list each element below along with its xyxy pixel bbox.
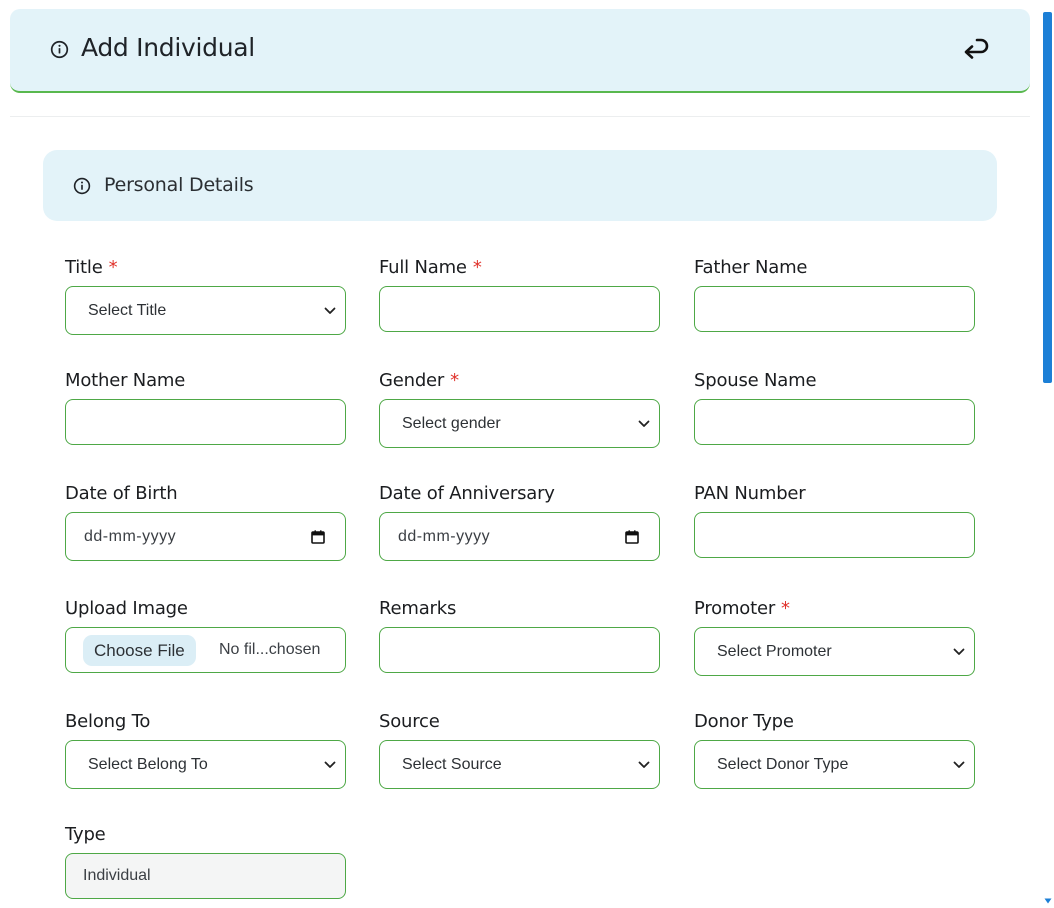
choose-file-button[interactable]: Choose File: [83, 635, 196, 666]
chevron-down-icon: [324, 307, 336, 314]
father-name-label: Father Name: [694, 257, 808, 278]
info-circle-icon: [73, 177, 91, 195]
remarks-label: Remarks: [379, 598, 457, 619]
info-circle-icon: [50, 40, 69, 59]
date-of-birth-placeholder: dd-mm-yyyy: [84, 527, 177, 545]
gender-field: Gender * Select gender: [379, 369, 661, 448]
upload-image-label: Upload Image: [65, 598, 188, 619]
father-name-field: Father Name: [694, 256, 976, 332]
file-status-text: No fil...chosen: [219, 641, 321, 658]
personal-details-section-header: Personal Details: [43, 150, 997, 221]
required-mark: *: [781, 598, 790, 619]
required-mark: *: [450, 370, 459, 391]
gender-label: Gender *: [379, 369, 661, 393]
gender-select[interactable]: Select gender: [379, 399, 660, 448]
date-of-anniversary-placeholder: dd-mm-yyyy: [398, 527, 491, 545]
mother-name-field: Mother Name: [65, 369, 347, 445]
source-select-value: Select Source: [402, 755, 502, 773]
full-name-field: Full Name *: [379, 256, 661, 332]
calendar-icon[interactable]: [311, 529, 325, 544]
source-field: Source Select Source: [379, 710, 661, 789]
promoter-select[interactable]: Select Promoter: [694, 627, 975, 676]
page-header: Add Individual: [10, 9, 1030, 93]
spouse-name-input[interactable]: [694, 399, 975, 445]
type-input[interactable]: Individual: [65, 853, 346, 899]
chevron-down-icon: [953, 648, 965, 655]
gender-label-text: Gender: [379, 370, 445, 391]
remarks-field: Remarks: [379, 597, 661, 673]
father-name-input[interactable]: [694, 286, 975, 332]
spouse-name-label: Spouse Name: [694, 370, 817, 391]
title-label: Title *: [65, 256, 347, 280]
belong-to-select-value: Select Belong To: [88, 755, 208, 773]
promoter-select-value: Select Promoter: [717, 642, 832, 660]
required-mark: *: [472, 257, 482, 278]
date-of-birth-input[interactable]: dd-mm-yyyy: [65, 512, 346, 561]
promoter-label: Promoter *: [694, 597, 976, 621]
header-divider: [10, 116, 1030, 117]
chevron-down-icon: [638, 420, 650, 427]
date-of-birth-field: Date of Birth dd-mm-yyyy: [65, 482, 347, 561]
remarks-input[interactable]: [379, 627, 660, 673]
add-individual-page: Add Individual Personal Details Title * S…: [0, 0, 1054, 908]
full-name-input[interactable]: [379, 286, 660, 332]
donor-type-select[interactable]: Select Donor Type: [694, 740, 975, 789]
date-of-birth-label: Date of Birth: [65, 483, 178, 504]
upload-image-field: Upload Image Choose File No fil...chosen: [65, 597, 347, 673]
promoter-field: Promoter * Select Promoter: [694, 597, 976, 676]
mother-name-input[interactable]: [65, 399, 346, 445]
return-arrow-icon[interactable]: [961, 37, 991, 63]
donor-type-field: Donor Type Select Donor Type: [694, 710, 976, 789]
required-mark: *: [108, 257, 118, 278]
source-select[interactable]: Select Source: [379, 740, 660, 789]
upload-image-input[interactable]: Choose File No fil...chosen: [65, 627, 346, 673]
pan-number-input[interactable]: [694, 512, 975, 558]
pan-number-field: PAN Number: [694, 482, 976, 558]
page-title: Add Individual: [81, 33, 255, 62]
title-label-text: Title: [65, 257, 103, 278]
source-label: Source: [379, 711, 440, 732]
title-select[interactable]: Select Title: [65, 286, 346, 335]
donor-type-label: Donor Type: [694, 711, 794, 732]
title-select-value: Select Title: [88, 301, 167, 319]
pan-number-label: PAN Number: [694, 483, 806, 504]
date-of-anniversary-label: Date of Anniversary: [379, 483, 555, 504]
belong-to-select[interactable]: Select Belong To: [65, 740, 346, 789]
section-title: Personal Details: [104, 174, 254, 196]
donor-type-select-value: Select Donor Type: [717, 755, 849, 773]
type-value: Individual: [83, 867, 151, 884]
mother-name-label: Mother Name: [65, 370, 186, 391]
calendar-icon[interactable]: [625, 529, 639, 544]
title-field: Title * Select Title: [65, 256, 347, 335]
date-of-anniversary-input[interactable]: dd-mm-yyyy: [379, 512, 660, 561]
date-of-anniversary-field: Date of Anniversary dd-mm-yyyy: [379, 482, 661, 561]
scrollbar-thumb[interactable]: [1043, 12, 1052, 383]
promoter-label-text: Promoter: [694, 598, 776, 619]
chevron-down-icon: [638, 761, 650, 768]
chevron-down-icon: [324, 761, 336, 768]
gender-select-value: Select gender: [402, 414, 501, 432]
scroll-down-arrow-icon[interactable]: [1044, 898, 1052, 904]
full-name-label-text: Full Name: [379, 257, 467, 278]
belong-to-field: Belong To Select Belong To: [65, 710, 347, 789]
type-label: Type: [65, 824, 106, 845]
spouse-name-field: Spouse Name: [694, 369, 976, 445]
belong-to-label: Belong To: [65, 711, 151, 732]
type-field: Type Individual: [65, 823, 347, 899]
chevron-down-icon: [953, 761, 965, 768]
full-name-label: Full Name *: [379, 256, 661, 280]
